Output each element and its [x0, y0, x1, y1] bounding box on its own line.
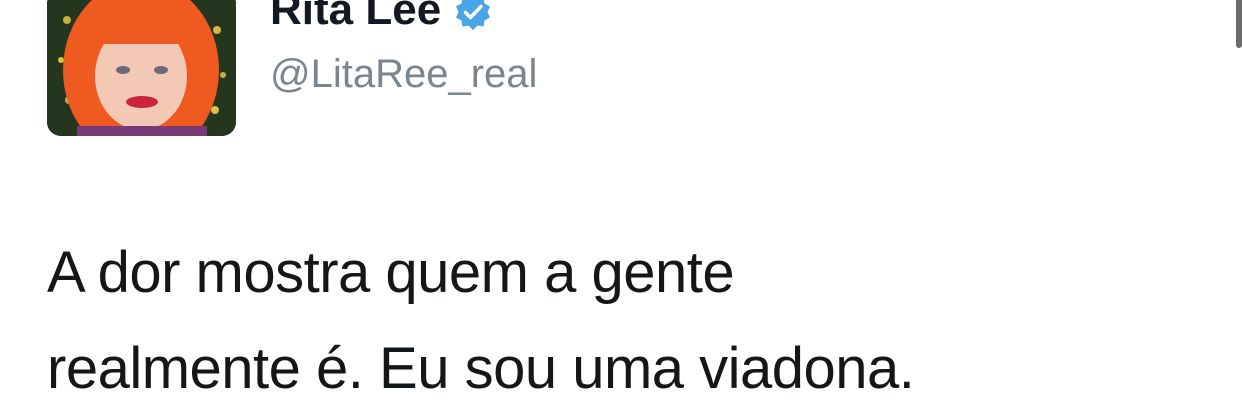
profile-photo: [47, 0, 236, 136]
tweet-card: Rita Lee @LitaRee_real A dor mostra quem…: [0, 0, 1242, 413]
avatar[interactable]: [47, 0, 236, 136]
tweet-text-line: A dor mostra quem a gente: [47, 240, 735, 305]
tweet-text: A dor mostra quem a gente realmente é. E…: [47, 225, 1197, 413]
tweet-text-line: realmente é. Eu sou uma viadona.: [47, 336, 915, 401]
scrollbar[interactable]: [1236, 0, 1242, 48]
verified-badge-icon: [456, 0, 491, 30]
display-name-row: Rita Lee: [270, 0, 493, 36]
display-name[interactable]: Rita Lee: [270, 0, 441, 36]
user-handle[interactable]: @LitaRee_real: [270, 50, 537, 98]
